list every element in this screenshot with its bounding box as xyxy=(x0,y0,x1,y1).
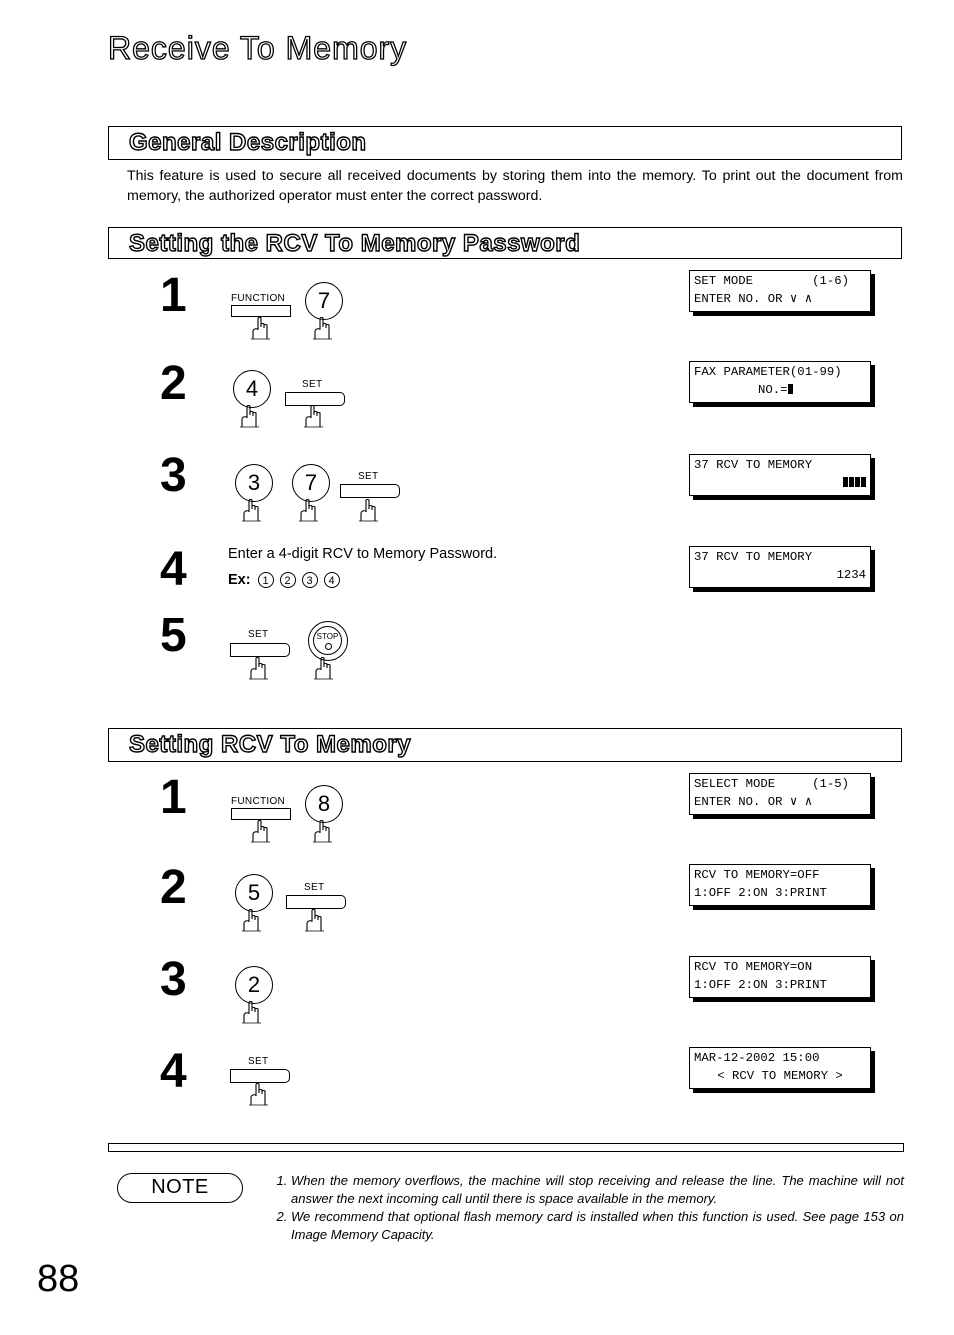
step-number: 4 xyxy=(160,543,187,596)
lcd-display: FAX PARAMETER(01-99) NO.= xyxy=(689,361,871,403)
function-key-label: FUNCTION xyxy=(231,796,286,807)
press-hand-icon xyxy=(248,1083,269,1106)
lcd-line-1: RCV TO MEMORY=OFF xyxy=(694,868,820,882)
set-key-label: SET xyxy=(248,1056,269,1067)
set-key-label: SET xyxy=(302,379,323,390)
example-digit: 3 xyxy=(301,572,318,588)
lcd-line-1: FAX PARAMETER(01-99) xyxy=(694,365,842,379)
set-key-label: SET xyxy=(304,882,325,893)
general-description-text: This feature is used to secure all recei… xyxy=(127,168,903,204)
set-key[interactable] xyxy=(340,484,400,498)
press-hand-icon xyxy=(241,909,262,932)
set-key-label: SET xyxy=(248,629,269,640)
press-hand-icon xyxy=(312,820,333,843)
digit-key-2[interactable]: 2 xyxy=(235,966,273,1004)
lcd-display: SET MODE (1-6) ENTER NO. OR ∨ ∧ xyxy=(689,270,871,312)
lcd-line-2: ENTER NO. OR ∨ ∧ xyxy=(694,292,813,306)
press-hand-icon xyxy=(241,1001,262,1024)
set-key[interactable] xyxy=(230,643,290,657)
example-label: Ex: xyxy=(228,572,251,588)
note-item: When the memory overflows, the machine w… xyxy=(291,1172,904,1208)
page-title: Receive To Memory xyxy=(107,29,408,66)
general-description-header: General Description xyxy=(108,126,902,160)
lcd-display: MAR-12-2002 15:00 < RCV TO MEMORY > xyxy=(689,1047,871,1089)
lcd-line-1: 37 RCV TO MEMORY xyxy=(694,550,813,564)
step-number: 4 xyxy=(160,1045,187,1098)
set-key-label: SET xyxy=(358,471,379,482)
digit-key-7[interactable]: 7 xyxy=(292,464,330,502)
lcd-line-1: 37 RCV TO MEMORY xyxy=(694,458,813,472)
section-heading: Setting the RCV To Memory Password xyxy=(128,229,581,257)
step-number: 3 xyxy=(160,953,187,1006)
press-hand-icon xyxy=(304,909,325,932)
lcd-line-1: SET MODE (1-6) xyxy=(694,274,849,288)
password-section-header: Setting the RCV To Memory Password xyxy=(108,227,902,259)
lcd-line-2: 1:OFF 2:ON 3:PRINT xyxy=(694,978,827,992)
digit-key-3[interactable]: 3 xyxy=(235,464,273,502)
digit-key-4[interactable]: 4 xyxy=(233,370,271,408)
lcd-display: SELECT MODE (1-5) ENTER NO. OR ∨ ∧ xyxy=(689,773,871,815)
digit-key-8[interactable]: 8 xyxy=(305,785,343,823)
example-digit: 2 xyxy=(279,572,296,588)
password-example: Ex: 1234 xyxy=(228,572,346,588)
step-number: 1 xyxy=(160,269,187,322)
lcd-line-2: NO.= xyxy=(758,383,788,397)
press-hand-icon xyxy=(248,657,269,680)
note-list: When the memory overflows, the machine w… xyxy=(272,1172,904,1244)
step-instruction: Enter a 4-digit RCV to Memory Password. xyxy=(228,546,498,562)
stop-icon xyxy=(325,643,332,650)
stop-key-inner-ring: STOP xyxy=(313,626,342,655)
step-number: 2 xyxy=(160,861,187,914)
lcd-line-2: 1:OFF 2:ON 3:PRINT xyxy=(694,886,827,900)
lcd-line-2: 1234 xyxy=(836,568,866,582)
lcd-display: 37 RCV TO MEMORY xyxy=(689,454,871,496)
rcv-section-header: Setting RCV To Memory xyxy=(108,728,902,762)
lcd-line-1: MAR-12-2002 15:00 xyxy=(694,1051,820,1065)
press-hand-icon xyxy=(358,499,379,522)
password-mask-blocks xyxy=(842,474,866,492)
lcd-line-2: ENTER NO. OR ∨ ∧ xyxy=(694,795,813,809)
step-number: 2 xyxy=(160,357,187,410)
lcd-line-1: RCV TO MEMORY=ON xyxy=(694,960,813,974)
lcd-line-2: < RCV TO MEMORY > xyxy=(717,1069,843,1083)
function-key-label: FUNCTION xyxy=(231,293,286,304)
stop-key-label: STOP xyxy=(316,632,339,641)
lcd-cursor xyxy=(787,384,793,394)
lcd-display: RCV TO MEMORY=ON 1:OFF 2:ON 3:PRINT xyxy=(689,956,871,998)
press-hand-icon xyxy=(241,499,262,522)
example-digit: 1 xyxy=(257,572,274,588)
press-hand-icon xyxy=(298,499,319,522)
note-badge: NOTE xyxy=(117,1173,243,1203)
press-hand-icon xyxy=(239,405,260,428)
note-item: We recommend that optional flash memory … xyxy=(291,1208,904,1244)
step-number: 1 xyxy=(160,771,187,824)
digit-key-7[interactable]: 7 xyxy=(305,282,343,320)
step-number: 3 xyxy=(160,449,187,502)
lcd-line-1: SELECT MODE (1-5) xyxy=(694,777,849,791)
function-key[interactable] xyxy=(231,808,291,820)
example-digit: 4 xyxy=(323,572,340,588)
function-key[interactable] xyxy=(231,305,291,317)
digit-key-5[interactable]: 5 xyxy=(235,874,273,912)
press-hand-icon xyxy=(313,657,334,680)
press-hand-icon xyxy=(250,820,271,843)
set-key[interactable] xyxy=(285,392,345,406)
note-divider xyxy=(108,1143,904,1152)
page-number: 88 xyxy=(37,1258,80,1300)
lcd-display: 37 RCV TO MEMORY 1234 xyxy=(689,546,871,588)
set-key[interactable] xyxy=(230,1069,290,1083)
section-heading: General Description xyxy=(128,128,367,156)
section-heading: Setting RCV To Memory xyxy=(128,730,412,758)
press-hand-icon xyxy=(303,405,324,428)
step-number: 5 xyxy=(160,609,187,662)
press-hand-icon xyxy=(250,317,271,340)
lcd-display: RCV TO MEMORY=OFF 1:OFF 2:ON 3:PRINT xyxy=(689,864,871,906)
set-key[interactable] xyxy=(286,895,346,909)
stop-key[interactable]: STOP xyxy=(308,621,348,661)
press-hand-icon xyxy=(312,317,333,340)
